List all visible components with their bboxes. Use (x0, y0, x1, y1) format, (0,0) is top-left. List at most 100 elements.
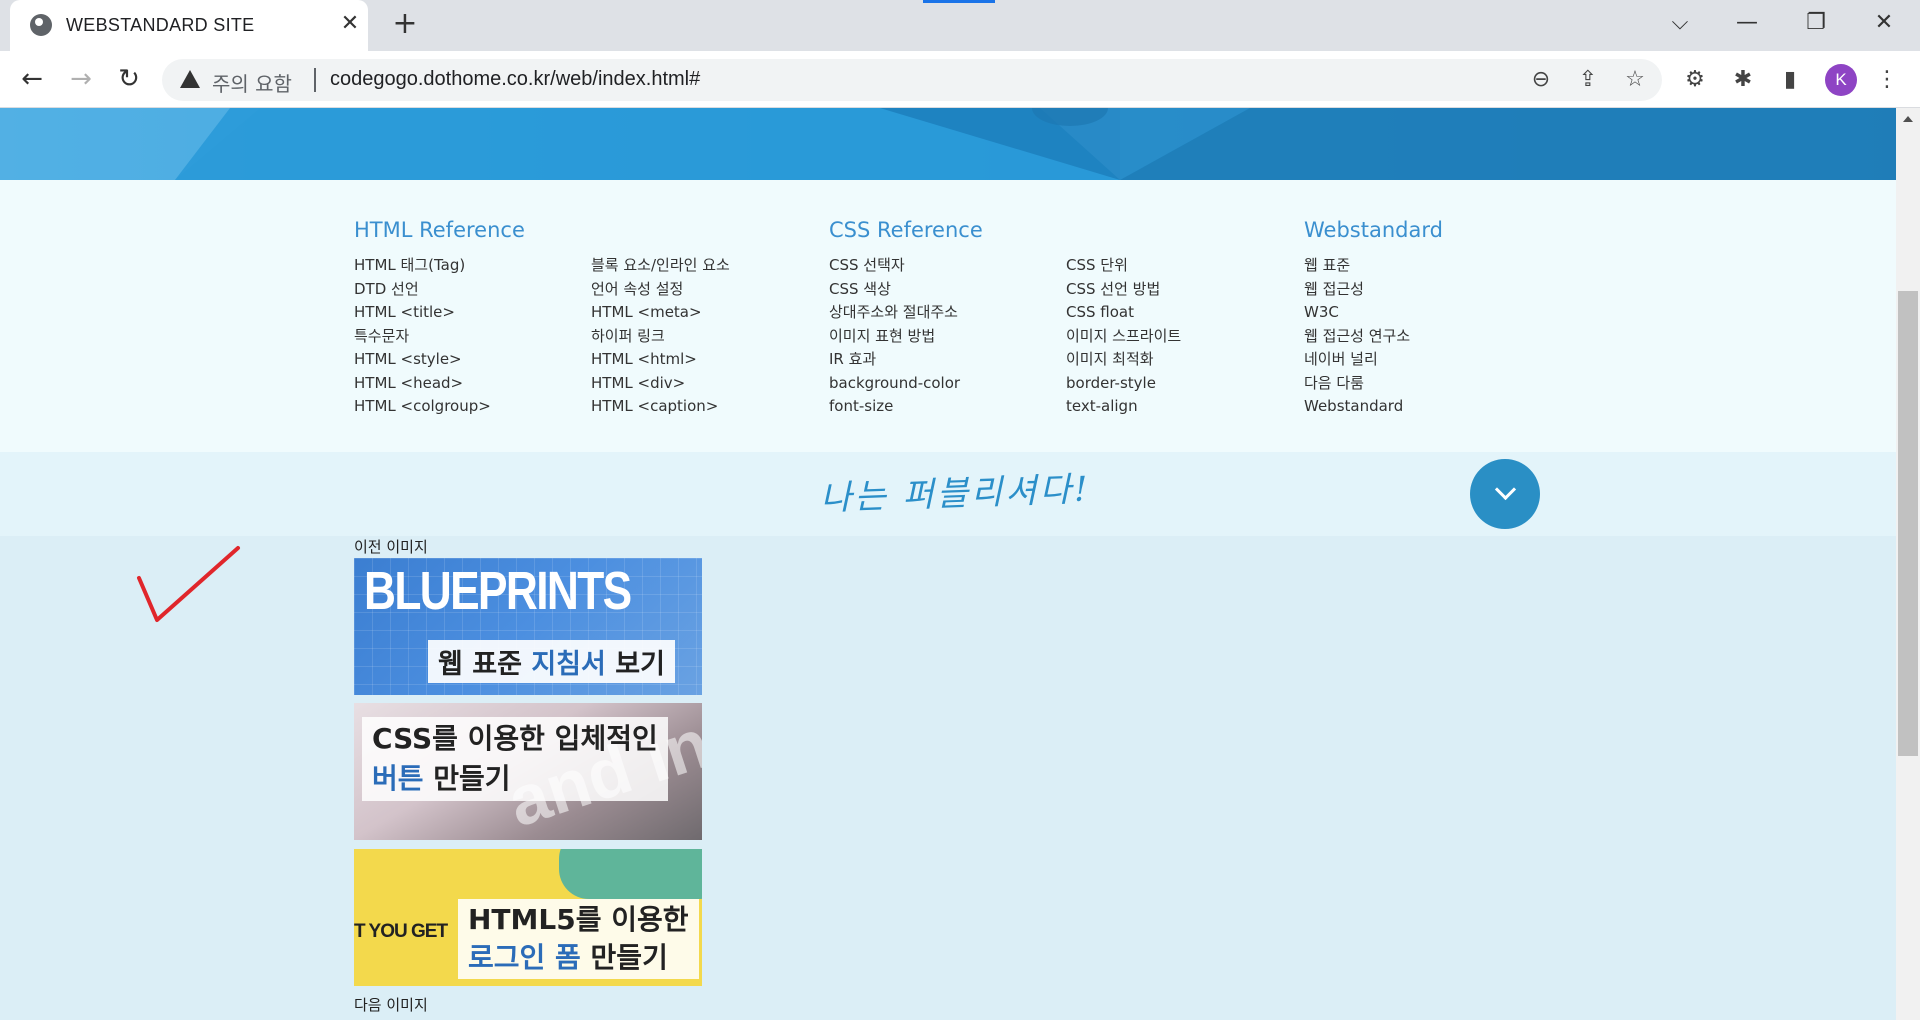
reload-button[interactable]: ↻ (114, 65, 144, 95)
active-tab[interactable]: WEBSTANDARD SITE ✕ (10, 0, 368, 51)
reference-link[interactable]: HTML <head> (354, 374, 463, 392)
html-reference-list-2: 블록 요소/인라인 요소 언어 속성 설정 HTML <meta> 하이퍼 링크… (591, 254, 831, 419)
profile-avatar[interactable]: K (1825, 64, 1857, 96)
reference-link[interactable]: 이미지 표현 방법 (829, 327, 935, 345)
reference-link[interactable]: 다음 다룸 (1304, 374, 1364, 392)
back-button[interactable]: ← (17, 65, 47, 95)
address-bar[interactable]: 주의 요함 codegogo.dothome.co.kr/web/index.h… (162, 59, 1662, 101)
reference-link[interactable]: font-size (829, 397, 893, 415)
reference-link[interactable]: CSS 선언 방법 (1066, 280, 1160, 298)
reference-link[interactable]: 웹 접근성 (1304, 280, 1364, 298)
reference-link[interactable]: HTML <meta> (591, 303, 702, 321)
vertical-scrollbar[interactable] (1896, 108, 1920, 1020)
list-item: CSS float (1066, 301, 1306, 325)
reference-link[interactable]: 상대주소와 절대주소 (829, 303, 958, 321)
globe-icon (30, 14, 52, 36)
reference-link[interactable]: HTML <div> (591, 374, 685, 392)
warning-icon[interactable] (180, 70, 200, 88)
list-item: 이미지 최적화 (1066, 348, 1306, 372)
reference-link[interactable]: 웹 표준 (1304, 256, 1350, 274)
security-status[interactable]: 주의 요함 (212, 68, 292, 97)
share-icon[interactable]: ⇪ (1575, 67, 1601, 93)
list-item: 이미지 스프라이트 (1066, 325, 1306, 349)
reference-link[interactable]: CSS 선택자 (829, 256, 905, 274)
reference-link[interactable]: HTML <colgroup> (354, 397, 491, 415)
prev-image-link[interactable]: 이전 이미지 (354, 536, 428, 557)
list-item: 하이퍼 링크 (591, 325, 831, 349)
tab-close-icon[interactable]: ✕ (338, 12, 362, 36)
tab-strip: WEBSTANDARD SITE ✕ + ⌵ — ❐ ✕ (0, 0, 1920, 51)
list-item: HTML <head> (354, 372, 594, 396)
webstandard-column: Webstandard 웹 표준 웹 접근성 W3C 웹 접근성 연구소 네이버… (1304, 218, 1443, 415)
scroll-up-arrow-icon[interactable] (1903, 116, 1913, 122)
reference-link[interactable]: 이미지 최적화 (1066, 350, 1154, 368)
scroll-down-button[interactable] (1470, 459, 1540, 529)
caption-text: 만들기 (423, 762, 511, 795)
reference-link[interactable]: HTML <html> (591, 350, 697, 368)
side-panel-icon[interactable]: ▮ (1775, 65, 1805, 95)
list-item: background-color (829, 372, 1069, 396)
reference-link[interactable]: 웹 접근성 연구소 (1304, 327, 1410, 345)
extensions-puzzle-icon[interactable]: ✱ (1728, 65, 1758, 95)
tab-title: WEBSTANDARD SITE (66, 15, 255, 35)
reference-link[interactable]: HTML 태그(Tag) (354, 256, 465, 274)
reference-link[interactable]: DTD 선언 (354, 280, 419, 298)
reference-link[interactable]: W3C (1304, 303, 1339, 321)
reference-link[interactable]: IR 효과 (829, 350, 876, 368)
list-item: CSS 선언 방법 (1066, 278, 1306, 302)
minimize-button[interactable]: — (1727, 8, 1767, 38)
banner-shapes (0, 108, 1896, 180)
css-reference-column: CSS Reference CSS 선택자 CSS 색상 상대주소와 절대주소 … (829, 218, 1181, 415)
html-reference-list-1: HTML 태그(Tag) DTD 선언 HTML <title> 특수문자 HT… (354, 254, 594, 419)
reference-link[interactable]: 블록 요소/인라인 요소 (591, 256, 730, 274)
list-item: HTML <html> (591, 348, 831, 372)
scroll-thumb[interactable] (1898, 291, 1918, 756)
reference-link[interactable]: CSS 색상 (829, 280, 891, 298)
new-tab-button[interactable]: + (390, 9, 420, 40)
list-item: 언어 속성 설정 (591, 278, 831, 302)
extension-icon[interactable]: ⚙ (1680, 65, 1710, 95)
slide-login-form[interactable]: T YOU GET HTML5를 이용한 로그인 폼 만들기 (354, 849, 702, 986)
menu-kebab-icon[interactable]: ⋮ (1872, 65, 1902, 95)
list-item: CSS 색상 (829, 278, 1069, 302)
list-item: HTML <title> (354, 301, 594, 325)
reference-link[interactable]: CSS 단위 (1066, 256, 1128, 274)
tab-search-dropdown-icon[interactable]: ⌵ (1660, 8, 1700, 38)
url-text[interactable]: codegogo.dothome.co.kr/web/index.html# (330, 68, 700, 91)
list-item: HTML <caption> (591, 395, 831, 419)
caption-text: 만들기 (580, 941, 668, 974)
slogan-text: 나는 퍼블리셔다! (819, 469, 1092, 519)
reference-link[interactable]: HTML <title> (354, 303, 455, 321)
forward-button[interactable]: → (66, 65, 96, 95)
zoom-icon[interactable]: ⊖ (1528, 67, 1554, 93)
caption-line: HTML5를 이용한 (468, 903, 689, 936)
reference-link[interactable]: 하이퍼 링크 (591, 327, 665, 345)
reference-link[interactable]: text-align (1066, 397, 1138, 415)
next-image-link[interactable]: 다음 이미지 (354, 994, 428, 1015)
list-item: 특수문자 (354, 325, 594, 349)
restore-button[interactable]: ❐ (1796, 8, 1836, 38)
bookmark-star-icon[interactable]: ☆ (1622, 67, 1648, 93)
caption-highlight: 로그인 폼 (468, 941, 581, 974)
reference-link[interactable]: 네이버 널리 (1304, 350, 1378, 368)
reference-link[interactable]: background-color (829, 374, 960, 392)
reference-link[interactable]: HTML <style> (354, 350, 462, 368)
reference-link[interactable]: 이미지 스프라이트 (1066, 327, 1181, 345)
reference-link[interactable]: 특수문자 (354, 327, 409, 345)
check-mark-icon (137, 546, 240, 622)
css-reference-title[interactable]: CSS Reference (829, 218, 983, 242)
reference-link[interactable]: border-style (1066, 374, 1156, 392)
reference-link[interactable]: CSS float (1066, 303, 1134, 321)
css-reference-list-1: CSS 선택자 CSS 색상 상대주소와 절대주소 이미지 표현 방법 IR 효… (829, 254, 1069, 419)
caption-line: CSS를 이용한 입체적인 (372, 722, 658, 755)
hero-banner (0, 108, 1896, 180)
reference-link[interactable]: 언어 속성 설정 (591, 280, 683, 298)
slide-webstandard-guide[interactable]: BLUEPRINTS 웹 표준 지침서 보기 (354, 558, 702, 695)
webstandard-title[interactable]: Webstandard (1304, 218, 1443, 242)
html-reference-title[interactable]: HTML Reference (354, 218, 525, 242)
list-item: text-align (1066, 395, 1306, 419)
slide-css-button[interactable]: and inte CSS를 이용한 입체적인 버튼 만들기 (354, 703, 702, 840)
close-window-button[interactable]: ✕ (1864, 8, 1904, 38)
reference-link[interactable]: Webstandard (1304, 397, 1403, 415)
reference-link[interactable]: HTML <caption> (591, 397, 718, 415)
